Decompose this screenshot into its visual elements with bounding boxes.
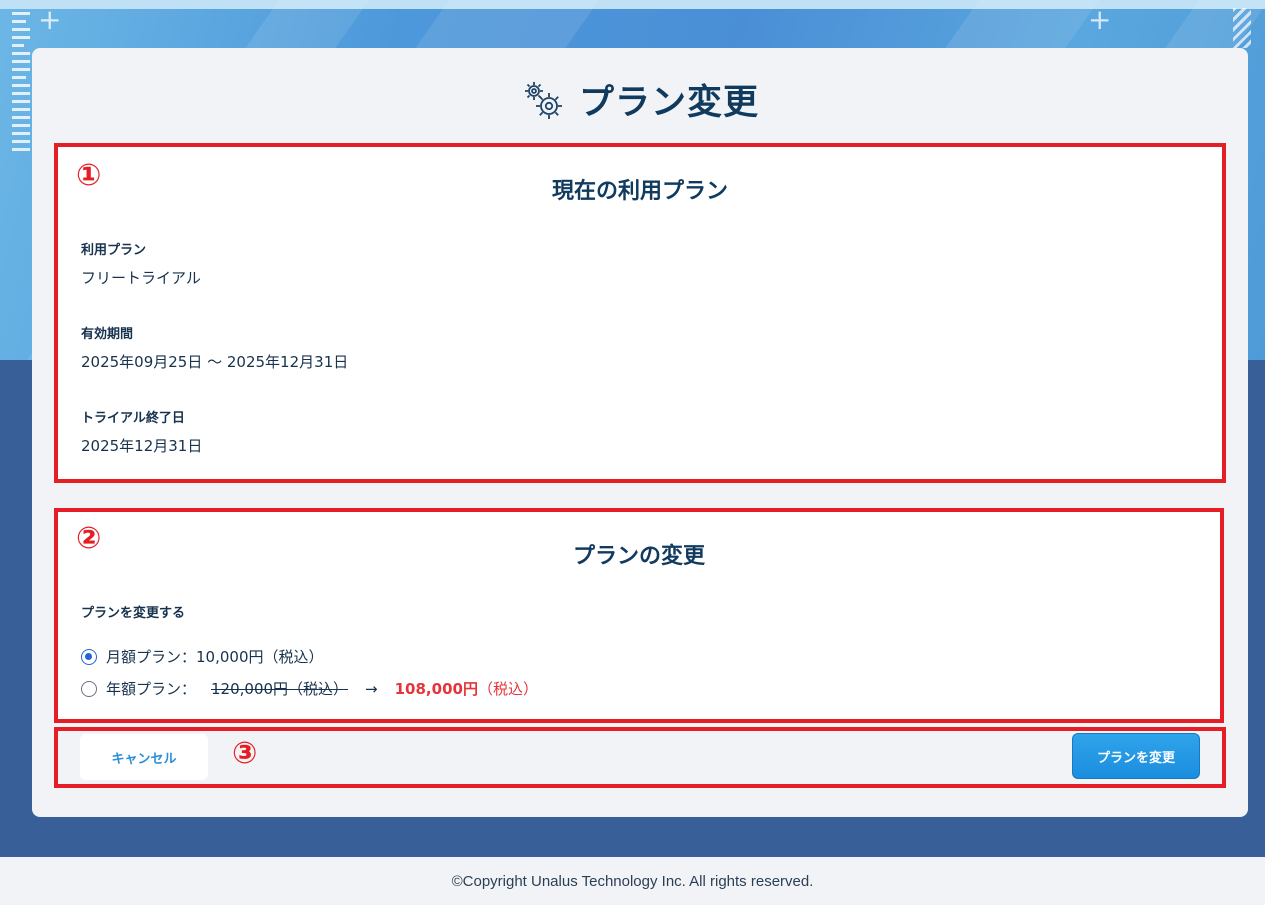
change-plan-heading: プランの変更: [572, 544, 705, 569]
annual-plan-new-price: 108,000円: [394, 680, 478, 698]
gears-icon: [524, 81, 562, 119]
period-value: 2025年09月25日 〜 2025年12月31日: [81, 353, 349, 371]
current-plan-heading: 現在の利用プラン: [551, 179, 728, 204]
page-title: プラン変更: [578, 83, 759, 123]
decor-plus: +: [38, 3, 62, 36]
change-plan-field-label: プランを変更する: [81, 606, 186, 621]
footer-copyright: ©Copyright Unalus Technology Inc. All ri…: [0, 857, 1265, 905]
page-header: プラン変更: [32, 74, 1248, 125]
period-label: 有効期間: [81, 327, 134, 342]
current-plan-panel: ① 現在の利用プラン 利用プラン フリートライアル 有効期間 2025年09月2…: [54, 143, 1226, 483]
trial-end-value: 2025年12月31日: [81, 437, 203, 455]
cancel-button[interactable]: キャンセル: [80, 734, 208, 780]
annual-plan-label: 年額プラン：: [106, 680, 197, 698]
annual-plan-old-price: 120,000円（税込）: [211, 680, 349, 698]
monthly-plan-option[interactable]: 月額プラン：10,000円（税込）: [81, 646, 324, 667]
annual-plan-radio[interactable]: [81, 680, 97, 697]
actions-panel: キャンセル ③ プランを変更: [54, 727, 1226, 788]
monthly-plan-label: 月額プラン：10,000円（税込）: [106, 648, 324, 666]
decor-plus: +: [1088, 3, 1112, 36]
decor-lines: [12, 12, 32, 156]
price-arrow: →: [365, 679, 378, 698]
change-plan-button[interactable]: プランを変更: [1072, 733, 1200, 779]
annual-plan-option[interactable]: 年額プラン： 120,000円（税込） → 108,000円 （税込）: [81, 678, 538, 699]
annual-plan-new-price-tax: （税込）: [477, 680, 538, 698]
monthly-plan-radio[interactable]: [81, 648, 97, 665]
change-plan-panel: ② プランの変更 プランを変更する 月額プラン：10,000円（税込） 年額プラ…: [54, 508, 1224, 723]
plan-label: 利用プラン: [81, 243, 147, 258]
trial-end-label: トライアル終了日: [81, 411, 185, 426]
marker-three: ③: [232, 736, 258, 771]
plan-change-card: プラン変更 ① 現在の利用プラン 利用プラン フリートライアル 有効期間 202…: [32, 48, 1248, 817]
decor-hatch: [1233, 8, 1251, 48]
plan-value: フリートライアル: [81, 269, 201, 287]
